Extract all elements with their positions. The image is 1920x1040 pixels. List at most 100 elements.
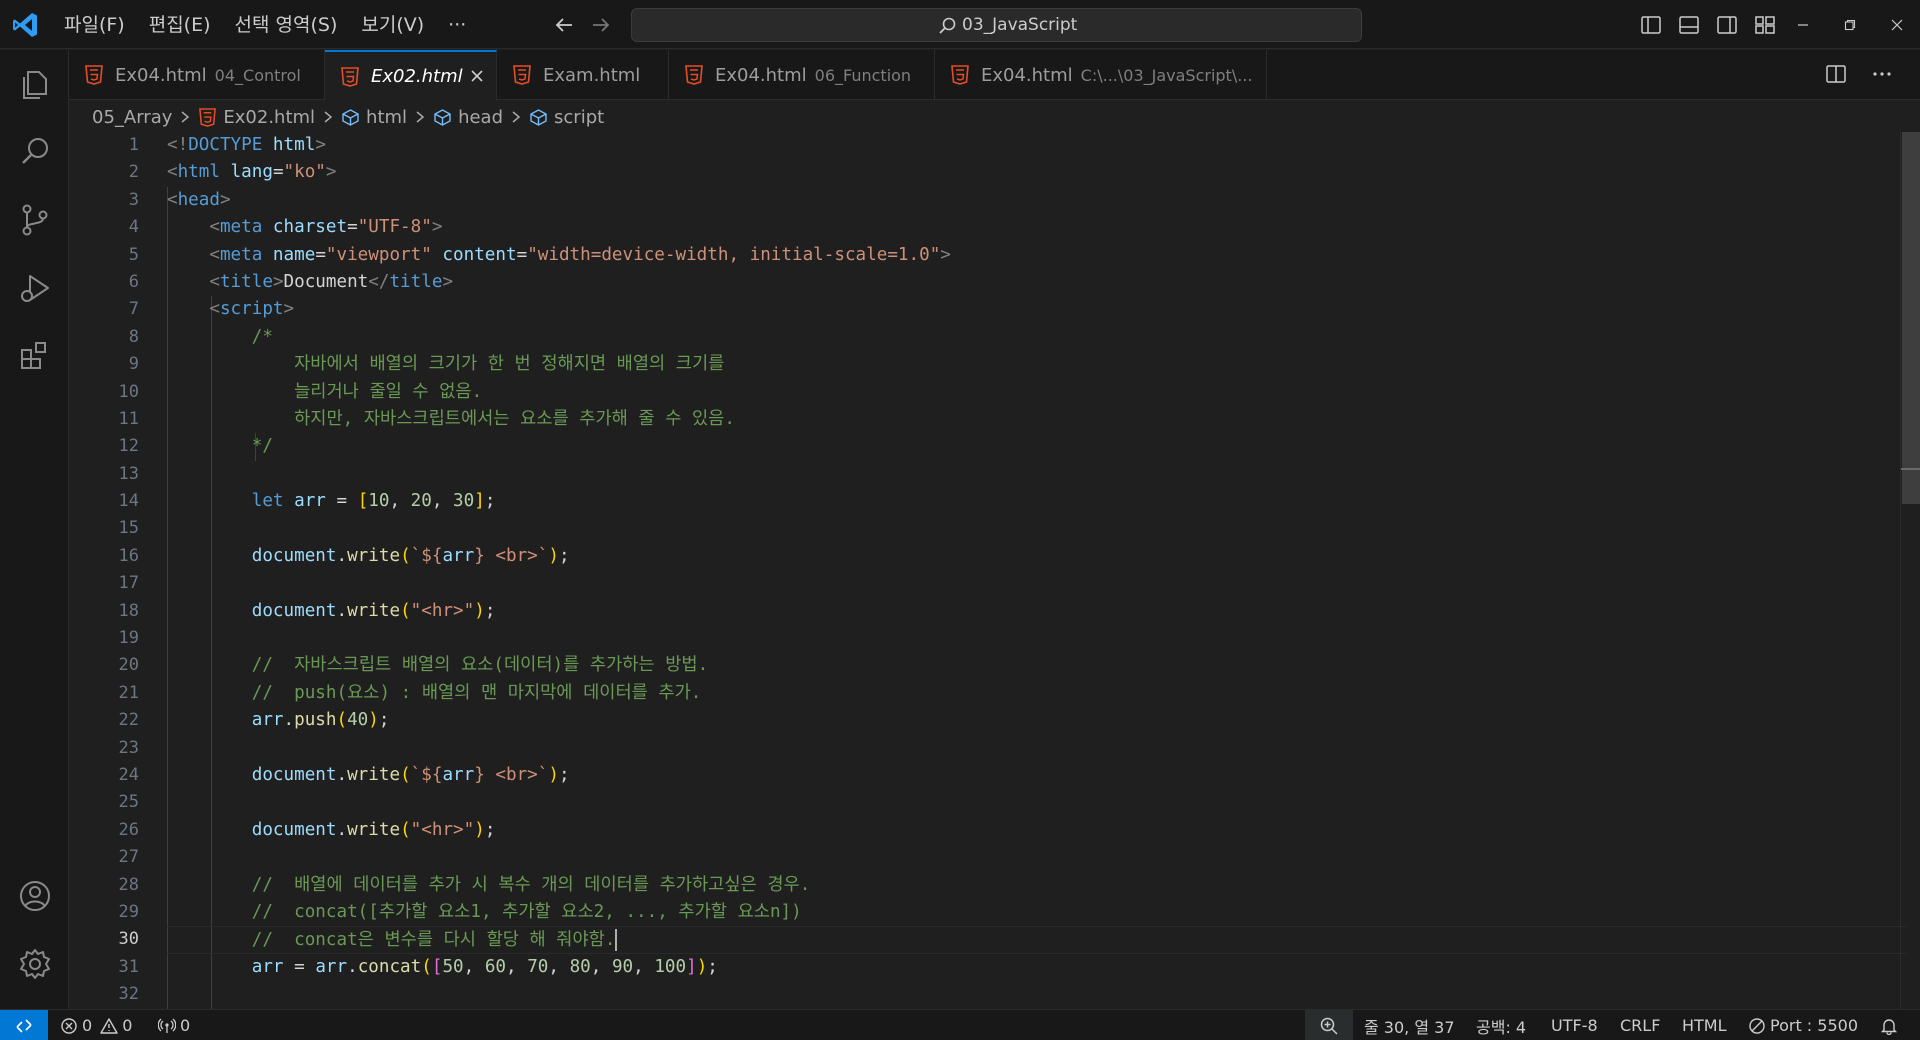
tab-ex04-function[interactable]: Ex04.html 06_Function bbox=[669, 50, 935, 100]
breadcrumb-head[interactable]: head bbox=[458, 107, 503, 128]
code-area[interactable]: <!DOCTYPE html> <html lang="ko"> <head> … bbox=[167, 132, 1907, 1009]
command-center-search[interactable]: 03_JavaScript bbox=[631, 8, 1362, 42]
search-icon[interactable] bbox=[15, 132, 55, 172]
split-editor-icon[interactable] bbox=[1824, 62, 1848, 86]
ports-indicator[interactable]: 0 bbox=[158, 1010, 190, 1040]
code-line-14: let arr = [10, 20, 30]; bbox=[251, 491, 496, 512]
notifications-button[interactable] bbox=[1880, 1010, 1902, 1040]
tab-ex04-control[interactable]: Ex04.html 04_Control bbox=[69, 50, 325, 100]
code-line-3: <head> bbox=[167, 189, 231, 210]
tab-exam[interactable]: Exam.html bbox=[497, 50, 669, 100]
breadcrumb-script[interactable]: script bbox=[554, 107, 604, 128]
line-ending[interactable]: CRLF bbox=[1620, 1010, 1660, 1040]
tab-label: Ex04.html bbox=[715, 64, 807, 86]
chevron-right-icon bbox=[324, 111, 333, 123]
menu-bar: 파일(F) 편집(E) 선택 영역(S) 보기(V) ··· bbox=[52, 0, 478, 49]
source-control-icon[interactable] bbox=[15, 200, 55, 240]
search-icon bbox=[939, 17, 956, 34]
line-number: 14 bbox=[118, 491, 139, 512]
line-number: 19 bbox=[118, 628, 139, 649]
tab-ex02-active[interactable]: Ex02.html bbox=[325, 50, 497, 101]
menu-file[interactable]: 파일(F) bbox=[52, 9, 137, 41]
line-number: 25 bbox=[118, 792, 139, 813]
broadcast-icon bbox=[158, 1018, 176, 1033]
bell-icon bbox=[1880, 1018, 1898, 1035]
code-line-11: 하지만, 자바스크립트에서는 요소를 추가해 줄 수 있음. bbox=[251, 408, 735, 429]
restore-icon bbox=[1844, 19, 1856, 30]
line-number: 22 bbox=[118, 710, 139, 731]
code-line-6: <title>Document</title> bbox=[209, 271, 454, 292]
code-line-21: // push(요소) : 배열의 맨 마지막에 데이터를 추가. bbox=[251, 682, 702, 703]
problems-indicator[interactable]: 0 0 bbox=[60, 1010, 132, 1040]
menu-edit[interactable]: 편집(E) bbox=[137, 9, 223, 41]
error-count: 0 bbox=[82, 1016, 93, 1035]
indentation[interactable]: 공백: 4 bbox=[1476, 1010, 1526, 1040]
toggle-primary-sidebar-icon[interactable] bbox=[1638, 12, 1664, 38]
forward-arrow-icon[interactable] bbox=[588, 12, 614, 38]
code-line-10: 늘리거나 줄일 수 없음. bbox=[251, 381, 483, 402]
back-arrow-icon[interactable] bbox=[551, 12, 577, 38]
code-line-18: document.write("<hr>"); bbox=[251, 600, 496, 621]
gear-icon[interactable] bbox=[15, 944, 55, 984]
customize-layout-icon[interactable] bbox=[1752, 12, 1778, 38]
line-number: 29 bbox=[118, 901, 139, 922]
close-window-button[interactable] bbox=[1874, 0, 1920, 49]
minimize-button[interactable] bbox=[1780, 0, 1826, 49]
element-icon bbox=[342, 108, 359, 126]
line-number-gutter: 1 2 3 4 5 6 7 8 9 10 11 12 13 14 15 16 17 18 19 20 21 22 23 24 2… bbox=[69, 132, 139, 1009]
breadcrumb-folder[interactable]: 05_Array bbox=[92, 107, 172, 128]
element-icon bbox=[530, 108, 547, 126]
more-actions-icon[interactable] bbox=[1870, 62, 1894, 86]
code-line-2: <html lang="ko"> bbox=[167, 162, 337, 183]
language-mode[interactable]: HTML bbox=[1682, 1010, 1727, 1040]
zoom-button[interactable] bbox=[1305, 1010, 1353, 1040]
vertical-scrollbar[interactable] bbox=[1900, 132, 1920, 1009]
html5-icon bbox=[199, 107, 217, 127]
title-bar: 파일(F) 편집(E) 선택 영역(S) 보기(V) ··· 03_JavaSc… bbox=[0, 0, 1920, 49]
cursor-position[interactable]: 줄 30, 열 37 bbox=[1364, 1010, 1455, 1040]
close-icon bbox=[1891, 19, 1903, 30]
line-number: 20 bbox=[118, 655, 139, 676]
line-number: 2 bbox=[128, 162, 139, 183]
tab-ex04-javascript[interactable]: Ex04.html C:\...\03_JavaScript\... bbox=[935, 50, 1267, 100]
explorer-icon[interactable] bbox=[15, 64, 55, 104]
live-server-port[interactable]: Port : 5500 bbox=[1748, 1010, 1858, 1040]
breadcrumb-html[interactable]: html bbox=[366, 107, 407, 128]
toggle-secondary-sidebar-icon[interactable] bbox=[1714, 12, 1740, 38]
line-number: 9 bbox=[128, 354, 139, 375]
menu-view[interactable]: 보기(V) bbox=[349, 9, 436, 41]
activity-bar bbox=[0, 50, 69, 1009]
toggle-panel-icon[interactable] bbox=[1676, 12, 1702, 38]
remote-indicator-button[interactable] bbox=[0, 1010, 48, 1040]
line-number: 12 bbox=[118, 436, 139, 457]
search-text: 03_JavaScript bbox=[962, 15, 1078, 35]
line-number: 17 bbox=[118, 573, 139, 594]
code-line-7: <script> bbox=[209, 299, 295, 320]
code-line-30-current: // concat은 변수를 다시 할당 해 줘야함. bbox=[167, 926, 1907, 954]
breadcrumb-file[interactable]: Ex02.html bbox=[223, 107, 315, 128]
menu-selection[interactable]: 선택 영역(S) bbox=[223, 9, 350, 41]
html5-icon bbox=[85, 65, 103, 85]
html5-icon bbox=[341, 66, 359, 87]
remote-icon bbox=[16, 1018, 32, 1033]
tab-description: 06_Function bbox=[814, 65, 912, 85]
code-editor[interactable]: 1 2 3 4 5 6 7 8 9 10 11 12 13 14 15 16 17 18 19 20 21 22 23 24 2… bbox=[69, 132, 1920, 1009]
menu-more[interactable]: ··· bbox=[436, 9, 478, 41]
close-tab-icon[interactable] bbox=[468, 67, 486, 85]
restore-button[interactable] bbox=[1827, 0, 1873, 49]
scrollbar-thumb[interactable] bbox=[1902, 132, 1920, 504]
run-debug-icon[interactable] bbox=[15, 268, 55, 308]
chevron-right-icon bbox=[416, 111, 425, 123]
line-number: 30 bbox=[118, 929, 139, 950]
html5-icon bbox=[685, 65, 703, 85]
account-icon[interactable] bbox=[15, 876, 55, 916]
line-number: 13 bbox=[118, 463, 139, 484]
line-number: 6 bbox=[128, 271, 139, 292]
extensions-icon[interactable] bbox=[15, 336, 55, 376]
encoding[interactable]: UTF-8 bbox=[1551, 1010, 1598, 1040]
minimize-icon bbox=[1798, 23, 1808, 26]
tab-label: Ex04.html bbox=[981, 64, 1073, 86]
code-line-28: // 배열에 데이터를 추가 시 복수 개의 데이터를 추가하고싶은 경우. bbox=[251, 874, 811, 895]
